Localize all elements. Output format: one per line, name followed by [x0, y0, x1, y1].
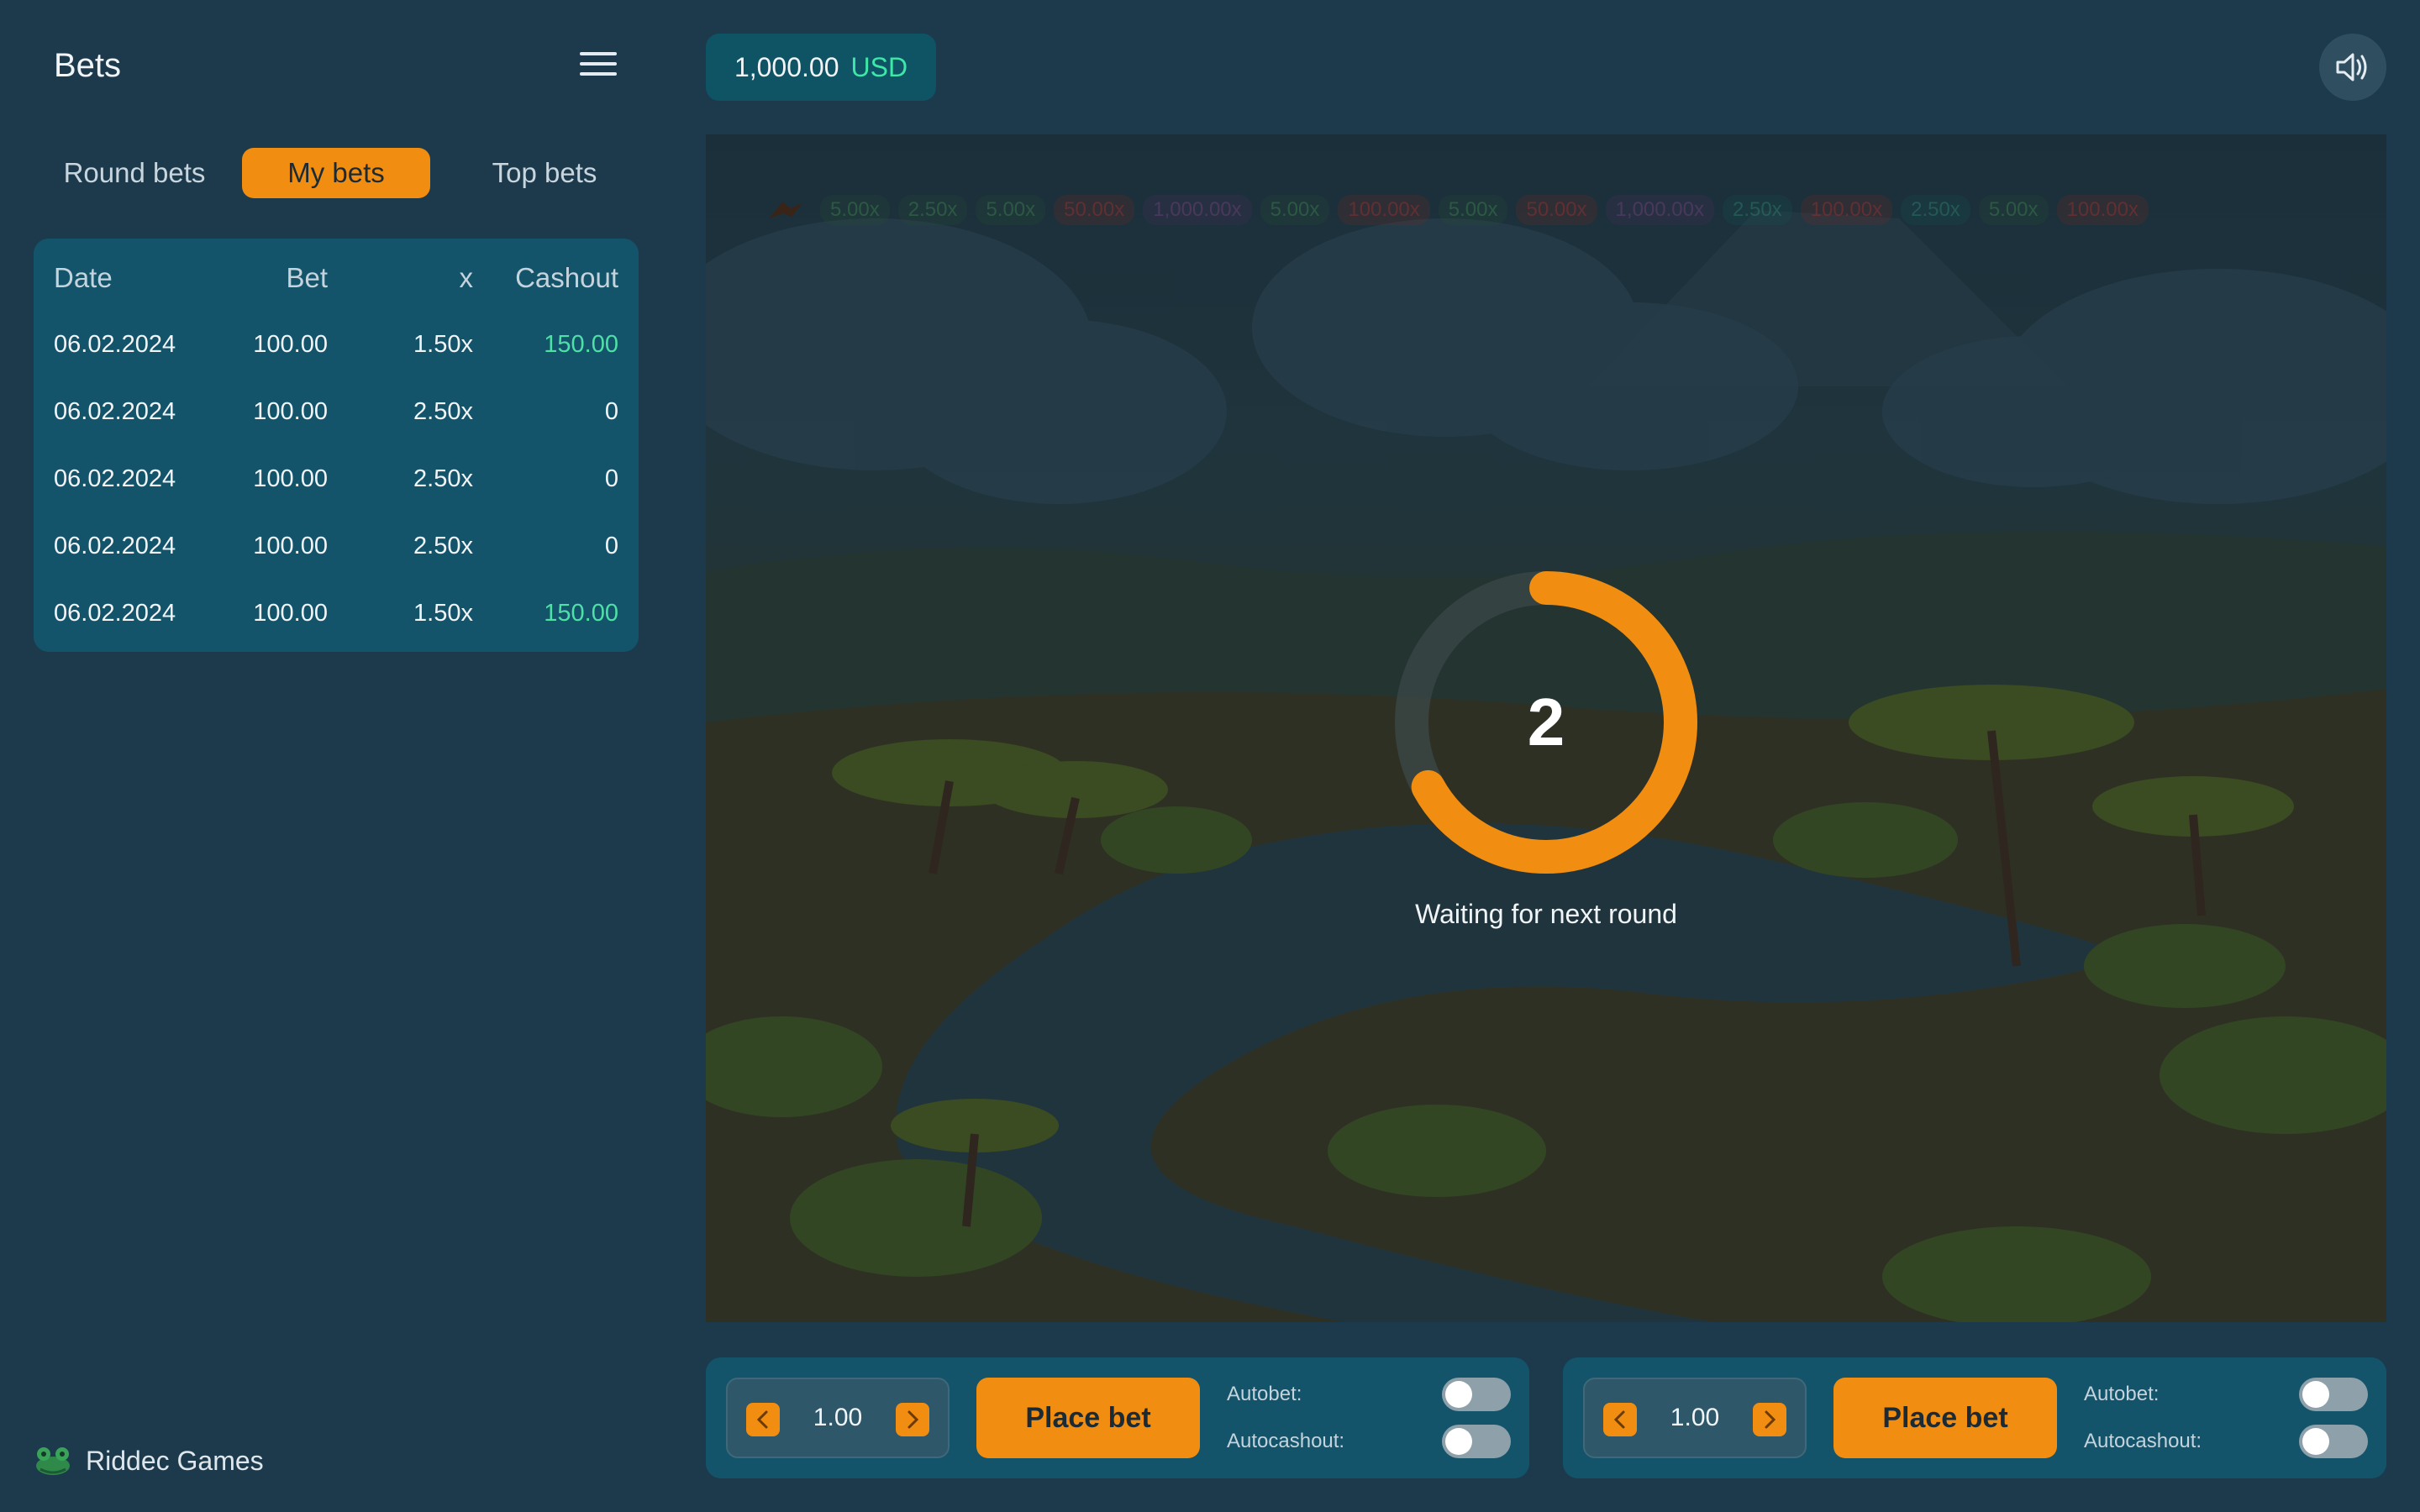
countdown-number: 2 [1527, 685, 1565, 759]
history-multiplier: 1,000.00x [1143, 195, 1252, 225]
history-multiplier: 5.00x [1438, 195, 1508, 225]
decrease-bet-button[interactable] [1603, 1403, 1637, 1436]
bet-multiplier: 2.50x [413, 533, 473, 559]
bet-multiplier: 2.50x [413, 465, 473, 492]
bets-sidebar: Bets Round bets My bets Top bets Date Be… [0, 0, 672, 1512]
game-canvas: 5.00x 2.50x 5.00x 50.00x 1,000.00x 5.00x… [706, 134, 2386, 1322]
column-header-date: Date [54, 262, 113, 293]
autocashout-toggle[interactable] [1442, 1425, 1511, 1458]
chevron-left-icon [1613, 1410, 1625, 1429]
bet-cashout: 0 [604, 533, 618, 559]
tab-top-bets[interactable]: Top bets [450, 148, 639, 198]
bet-amount-stepper: 1.00 [726, 1378, 950, 1458]
bet-cashout: 0 [604, 465, 618, 492]
balance-display: 1,000.00 USD [706, 34, 936, 101]
bet-amount: 100.00 [253, 465, 328, 492]
autocashout-label: Autocashout: [2084, 1430, 2202, 1452]
history-multiplier: 5.00x [976, 195, 1046, 225]
hamburger-menu-icon[interactable] [580, 52, 617, 81]
bet-date: 06.02.2024 [54, 600, 176, 627]
bet-amount: 100.00 [253, 331, 328, 358]
tab-my-bets[interactable]: My bets [242, 148, 430, 198]
bet-date: 06.02.2024 [54, 465, 176, 492]
sound-toggle-button[interactable] [2319, 34, 2386, 101]
history-multiplier: 5.00x [1978, 195, 2049, 225]
bet-date: 06.02.2024 [54, 533, 176, 559]
history-multiplier: 50.00x [1054, 195, 1135, 225]
autocashout-toggle[interactable] [2299, 1425, 2368, 1458]
bet-cashout: 150.00 [544, 600, 618, 627]
bet-date: 06.02.2024 [54, 331, 176, 358]
increase-bet-button[interactable] [896, 1403, 929, 1436]
balance-currency: USD [850, 51, 908, 82]
balance-amount: 1,000.00 [734, 51, 839, 82]
history-multiplier: 1,000.00x [1605, 195, 1714, 225]
round-status-text: Waiting for next round [1415, 899, 1677, 929]
column-header-x: x [459, 262, 474, 293]
bet-cashout: 0 [604, 398, 618, 425]
history-multiplier: 100.00x [1800, 195, 1893, 225]
bet-amount-value[interactable]: 1.00 [786, 1379, 889, 1457]
bet-amount-value[interactable]: 1.00 [1644, 1379, 1746, 1457]
table-row: 06.02.2024 100.00 2.50x 0 [34, 465, 639, 516]
chevron-left-icon [756, 1410, 768, 1429]
bet-amount: 100.00 [253, 533, 328, 559]
bet-amount-stepper: 1.00 [1583, 1378, 1807, 1458]
table-row: 06.02.2024 100.00 1.50x 150.00 [34, 331, 639, 381]
decrease-bet-button[interactable] [746, 1403, 780, 1436]
table-row: 06.02.2024 100.00 2.50x 0 [34, 533, 639, 583]
speaker-icon [2336, 53, 2367, 81]
bet-panel-1: 1.00 Place bet Autobet: Autocashout: [706, 1357, 1529, 1478]
table-row: 06.02.2024 100.00 1.50x 150.00 [34, 600, 639, 650]
chevron-right-icon [1765, 1410, 1776, 1429]
bet-panel-2: 1.00 Place bet Autobet: Autocashout: [1563, 1357, 2386, 1478]
autobet-toggle[interactable] [1442, 1378, 1511, 1411]
my-bets-table: Date Bet x Cashout 06.02.2024 100.00 1.5… [34, 239, 639, 652]
table-row: 06.02.2024 100.00 2.50x 0 [34, 398, 639, 449]
brand-name: Riddec Games [86, 1445, 264, 1476]
bet-amount: 100.00 [253, 398, 328, 425]
autobet-label: Autobet: [1227, 1383, 1302, 1405]
bird-icon [769, 202, 802, 218]
history-multiplier: 5.00x [820, 195, 890, 225]
history-multiplier: 5.00x [1260, 195, 1330, 225]
history-multiplier: 100.00x [1338, 195, 1430, 225]
history-multiplier: 50.00x [1516, 195, 1597, 225]
history-multiplier: 100.00x [2056, 195, 2149, 225]
round-countdown: 2 [1395, 571, 1697, 874]
frog-logo-icon [36, 1447, 70, 1475]
bets-tabs: Round bets My bets Top bets [34, 148, 639, 198]
sidebar-title: Bets [54, 47, 122, 84]
multiplier-history: 5.00x 2.50x 5.00x 50.00x 1,000.00x 5.00x… [765, 193, 2157, 227]
column-header-bet: Bet [286, 262, 328, 293]
place-bet-button[interactable]: Place bet [1833, 1378, 2057, 1458]
autocashout-label: Autocashout: [1227, 1430, 1345, 1452]
increase-bet-button[interactable] [1753, 1403, 1786, 1436]
brand: Riddec Games [34, 1441, 264, 1480]
history-multiplier: 2.50x [1722, 195, 1792, 225]
place-bet-button[interactable]: Place bet [976, 1378, 1200, 1458]
tab-round-bets[interactable]: Round bets [34, 148, 235, 198]
column-header-cashout: Cashout [515, 262, 618, 293]
history-multiplier: 2.50x [1901, 195, 1970, 225]
chevron-right-icon [908, 1410, 919, 1429]
autobet-toggle[interactable] [2299, 1378, 2368, 1411]
history-multiplier: 2.50x [897, 195, 968, 225]
bet-date: 06.02.2024 [54, 398, 176, 425]
bet-amount: 100.00 [253, 600, 328, 627]
bet-multiplier: 2.50x [413, 398, 473, 425]
bet-cashout: 150.00 [544, 331, 618, 358]
bet-multiplier: 1.50x [413, 600, 473, 627]
bet-multiplier: 1.50x [413, 331, 473, 358]
autobet-label: Autobet: [2084, 1383, 2160, 1405]
